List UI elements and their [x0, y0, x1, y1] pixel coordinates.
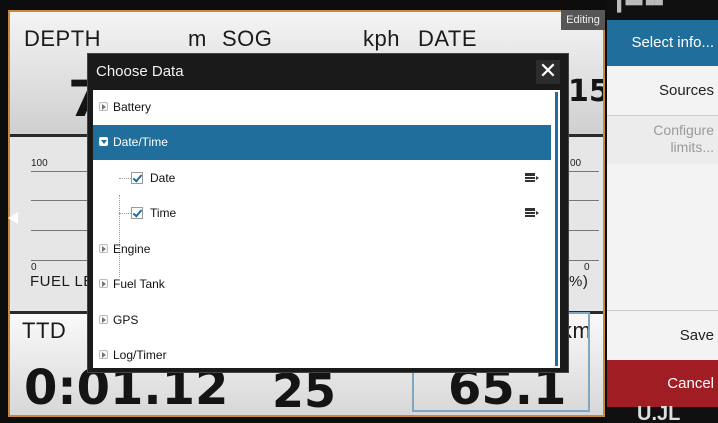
tree-connector [119, 178, 131, 180]
configure-line1: Configure [653, 122, 714, 138]
tree-item-fuel-tank[interactable]: Fuel Tank [93, 267, 551, 302]
configure-limits-button[interactable]: Configure limits... [607, 116, 718, 164]
menu-icon[interactable] [525, 173, 535, 183]
cancel-button[interactable]: Cancel [607, 360, 718, 407]
gauge-line [31, 260, 91, 261]
gauge-line [569, 200, 599, 201]
date-value: 15 [568, 74, 603, 109]
date-checkbox[interactable] [131, 172, 143, 184]
right-sidebar: ▌▀▀ ▀▀ Select info... Sources Configure … [607, 0, 718, 423]
data-tree-list: Battery Date/Time Date Time Engine Fuel … [93, 90, 560, 368]
tree-item-label: Fuel Tank [113, 277, 165, 291]
tree-item-label: Engine [113, 242, 151, 256]
submenu-arrow-icon [536, 211, 539, 215]
collapse-arrow-icon[interactable] [99, 137, 108, 146]
expand-arrow-icon[interactable] [99, 315, 108, 324]
gauge-bottom-tick: 0 [31, 262, 37, 273]
tree-item-date-time[interactable]: Date/Time [93, 125, 551, 160]
tree-item-engine[interactable]: Engine [93, 232, 551, 267]
scrollbar-thumb[interactable] [555, 92, 558, 366]
sog-unit: kph [363, 26, 400, 51]
date-label: DATE [418, 26, 478, 51]
gauge-pointer-icon [8, 212, 18, 224]
tree-item-label: Time [150, 206, 177, 220]
configure-line2: limits... [670, 139, 714, 155]
tree-item-label: Date [150, 171, 176, 185]
gauge-line [31, 200, 91, 201]
sources-button[interactable]: Sources [607, 66, 718, 116]
tree-item-log-timer[interactable]: Log/Timer [93, 338, 551, 368]
gauge-line [569, 260, 599, 261]
submenu-arrow-icon [536, 176, 539, 180]
sidebar-bottom-partial: U.JL [637, 403, 681, 423]
select-info-header[interactable]: Select info... [607, 20, 718, 66]
save-button[interactable]: Save [607, 310, 718, 360]
sog-label: SOG [222, 26, 273, 51]
depth-label: DEPTH [24, 26, 102, 51]
tree-item-gps[interactable]: GPS [93, 303, 551, 338]
sidebar-top-partial: ▌▀▀ ▀▀ [617, 0, 663, 12]
gauge-line [31, 230, 91, 231]
dialog-title: Choose Data [96, 63, 184, 80]
gauge-line [569, 230, 599, 231]
gauge-line [31, 171, 91, 172]
tree-item-label: Battery [113, 100, 152, 114]
expand-arrow-icon[interactable] [99, 279, 108, 288]
depth-unit: m [188, 26, 207, 51]
gauge-right-label: %) [569, 273, 589, 290]
close-icon[interactable]: ✕ [536, 60, 560, 84]
time-checkbox[interactable] [131, 207, 143, 219]
tree-item-label: GPS [113, 313, 139, 327]
scrollbar[interactable] [555, 92, 558, 366]
tree-item-time[interactable]: Time [93, 196, 551, 231]
editing-badge: Editing [561, 10, 605, 30]
tree-item-label: Log/Timer [113, 348, 167, 362]
tree-connector [119, 213, 131, 215]
sidebar-spacer [607, 164, 718, 310]
gauge-right-bottom-tick: 0 [584, 262, 590, 273]
menu-icon[interactable] [525, 208, 535, 218]
expand-arrow-icon[interactable] [99, 350, 108, 359]
gauge-line [569, 171, 599, 172]
expand-arrow-icon[interactable] [99, 244, 108, 253]
gauge-right-top-tick: 00 [570, 158, 582, 169]
gauge-top-tick: 100 [31, 158, 48, 169]
tree-item-label: Date/Time [113, 135, 168, 149]
screen: DEPTH m SOG kph DATE 7 15 100 0 FUEL LEV… [0, 0, 718, 423]
choose-data-dialog: Choose Data ✕ Battery Date/Time Date Tim… [87, 53, 569, 373]
expand-arrow-icon[interactable] [99, 102, 108, 111]
tree-item-battery[interactable]: Battery [93, 90, 551, 125]
tree-item-date[interactable]: Date [93, 161, 551, 196]
ttd-label: TTD [22, 318, 67, 343]
